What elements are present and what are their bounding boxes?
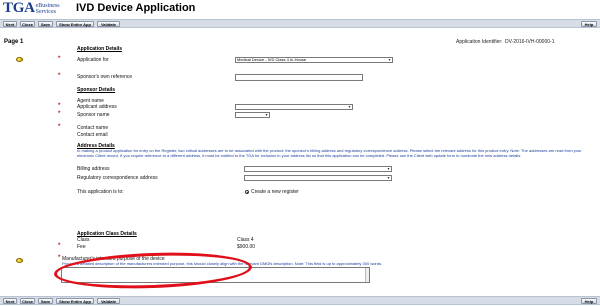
fee-label: Fee [77,244,86,250]
application-identifier-label: Application Identifier: [456,39,503,45]
tga-logo: TGA eBusiness Services [3,1,60,17]
next-button[interactable]: Next [3,21,17,27]
required-marker: * [58,124,61,130]
next-button[interactable]: Next [3,298,17,304]
page-number-label: Page 1 [4,39,24,45]
chevron-down-icon: ▾ [388,57,391,62]
logo-subtext: eBusiness Services [35,3,60,15]
regulatory-address-label: Regulatory correspondence address [77,175,158,181]
app-header: TGA eBusiness Services IVD Device Applic… [0,0,600,18]
required-marker: * [58,111,61,117]
sponsor-reference-label: Sponsor's own reference [77,74,133,80]
required-marker: * [58,103,61,109]
sponsor-reference-input[interactable] [235,74,363,81]
sponsor-name-select[interactable]: ▾ [235,112,270,118]
chevron-down-icon: ▾ [387,175,390,180]
required-marker: * [58,73,61,79]
sponsor-name-label: Sponsor name [77,112,110,118]
class-label: Class [77,237,90,243]
validate-button[interactable]: Validate [97,21,120,27]
close-button[interactable]: Close [20,21,35,27]
application-identifier-value: DV-2016-IVH-00000-1 [505,39,555,45]
address-description: In making a product application for entr… [77,148,582,158]
applicant-address-select[interactable]: ▾ [235,104,353,110]
required-marker: * [58,56,61,62]
fee-value: $900.00 [237,244,256,250]
show-entire-app-button[interactable]: Show Entire App [56,298,94,304]
chevron-down-icon: ▾ [348,104,351,109]
class-value: Class 4 [237,237,254,243]
chevron-down-icon: ▾ [387,166,390,171]
billing-address-label: Billing address [77,166,110,172]
regulatory-address-select[interactable]: ▾ [244,175,392,181]
create-register-radio[interactable] [245,190,249,194]
top-toolbar: Next Close Save Show Entire App Validate… [0,19,600,28]
logo-text: TGA [3,0,35,16]
scrollbar[interactable] [365,268,369,282]
applicant-address-label: Applicant address [77,104,117,110]
sponsor-details-heading: Sponsor Details [77,87,116,93]
save-button[interactable]: Save [38,298,53,304]
chevron-down-icon: ▾ [265,112,268,117]
billing-address-select[interactable]: ▾ [244,166,392,172]
help-button[interactable]: Help [581,21,597,27]
help-coin-icon[interactable] [16,258,23,263]
bottom-toolbar: Next Close Save Show Entire App Validate… [0,296,600,305]
create-register-option-label: Create a new register [251,189,299,195]
page-title: IVD Device Application [76,2,196,14]
application-for-label: Application for [77,57,109,63]
show-entire-app-button[interactable]: Show Entire App [56,21,94,27]
application-is-to-label: This application is to: [77,189,124,195]
help-coin-icon[interactable] [16,57,23,62]
contact-email-label: Contact email [77,132,108,138]
application-for-select[interactable]: Medical Device - IVD Class 4 In-House ▾ [235,57,393,63]
required-marker: * [58,243,61,249]
close-button[interactable]: Close [20,298,35,304]
save-button[interactable]: Save [38,21,53,27]
help-button[interactable]: Help [581,298,597,304]
validate-button[interactable]: Validate [97,298,120,304]
contact-name-label: Contact name [77,125,109,131]
required-marker: * [58,255,61,261]
application-details-heading: Application Details [77,46,123,52]
